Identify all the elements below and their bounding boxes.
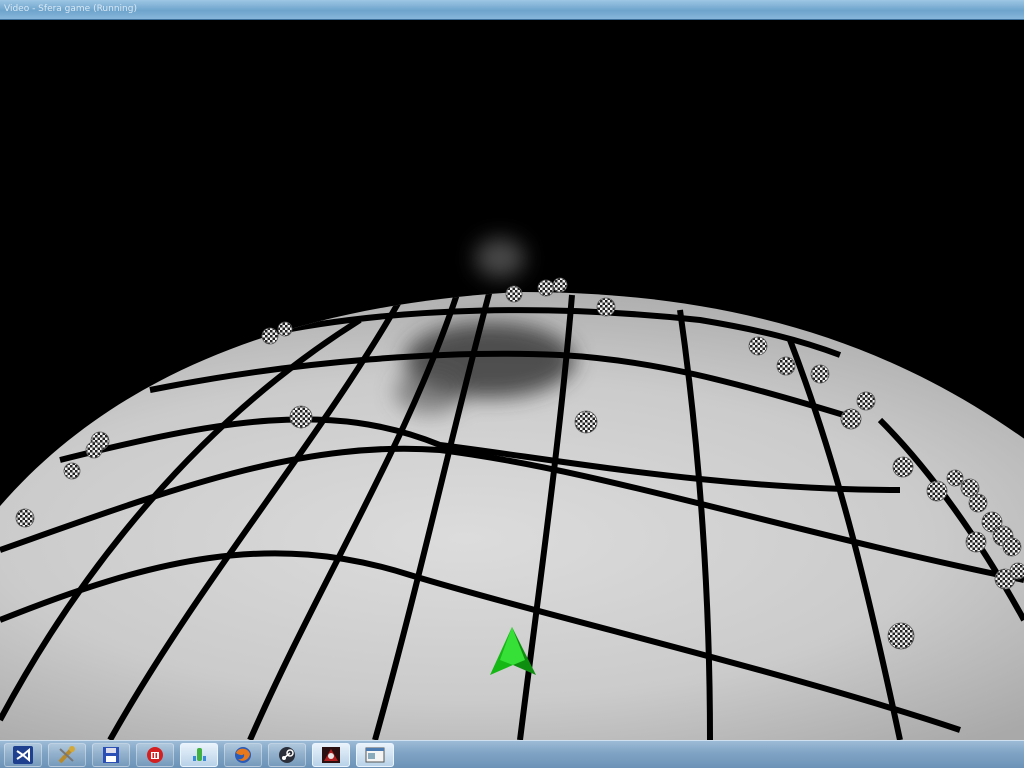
visual-studio-icon[interactable] xyxy=(4,742,42,767)
ball xyxy=(887,622,915,650)
window-title: Video - Sfera game (Running) xyxy=(4,4,137,14)
ball xyxy=(776,356,796,376)
ball xyxy=(968,493,988,513)
ball xyxy=(289,405,313,429)
green-app-icon[interactable] xyxy=(180,742,218,767)
save-disk-icon[interactable] xyxy=(92,742,130,767)
game-window: Video - Sfera game (Running) xyxy=(0,0,1024,768)
ball xyxy=(596,297,616,317)
steam-icon[interactable] xyxy=(268,742,306,767)
red-app-icon[interactable] xyxy=(136,742,174,767)
ball xyxy=(63,462,81,480)
ball xyxy=(15,508,35,528)
title-bar[interactable]: Video - Sfera game (Running) xyxy=(0,0,1024,20)
ball xyxy=(574,410,598,434)
ball xyxy=(552,277,568,293)
ball xyxy=(1002,537,1022,557)
ball xyxy=(892,456,914,478)
game-scene[interactable] xyxy=(0,20,1024,740)
game-viewport[interactable] xyxy=(0,20,1024,740)
window-app-icon[interactable] xyxy=(356,742,394,767)
ball xyxy=(856,391,876,411)
ball xyxy=(946,469,964,487)
ball xyxy=(261,327,279,345)
ball xyxy=(277,321,293,337)
tools-icon[interactable] xyxy=(48,742,86,767)
ball xyxy=(748,336,768,356)
ball xyxy=(537,279,555,297)
game-icon[interactable] xyxy=(312,742,350,767)
ball xyxy=(810,364,830,384)
ball xyxy=(840,408,862,430)
ball xyxy=(85,441,103,459)
firefox-icon[interactable] xyxy=(224,742,262,767)
ball xyxy=(926,480,948,502)
taskbar xyxy=(0,740,1024,768)
ball xyxy=(505,285,523,303)
ball xyxy=(965,531,987,553)
ball xyxy=(1009,562,1024,580)
